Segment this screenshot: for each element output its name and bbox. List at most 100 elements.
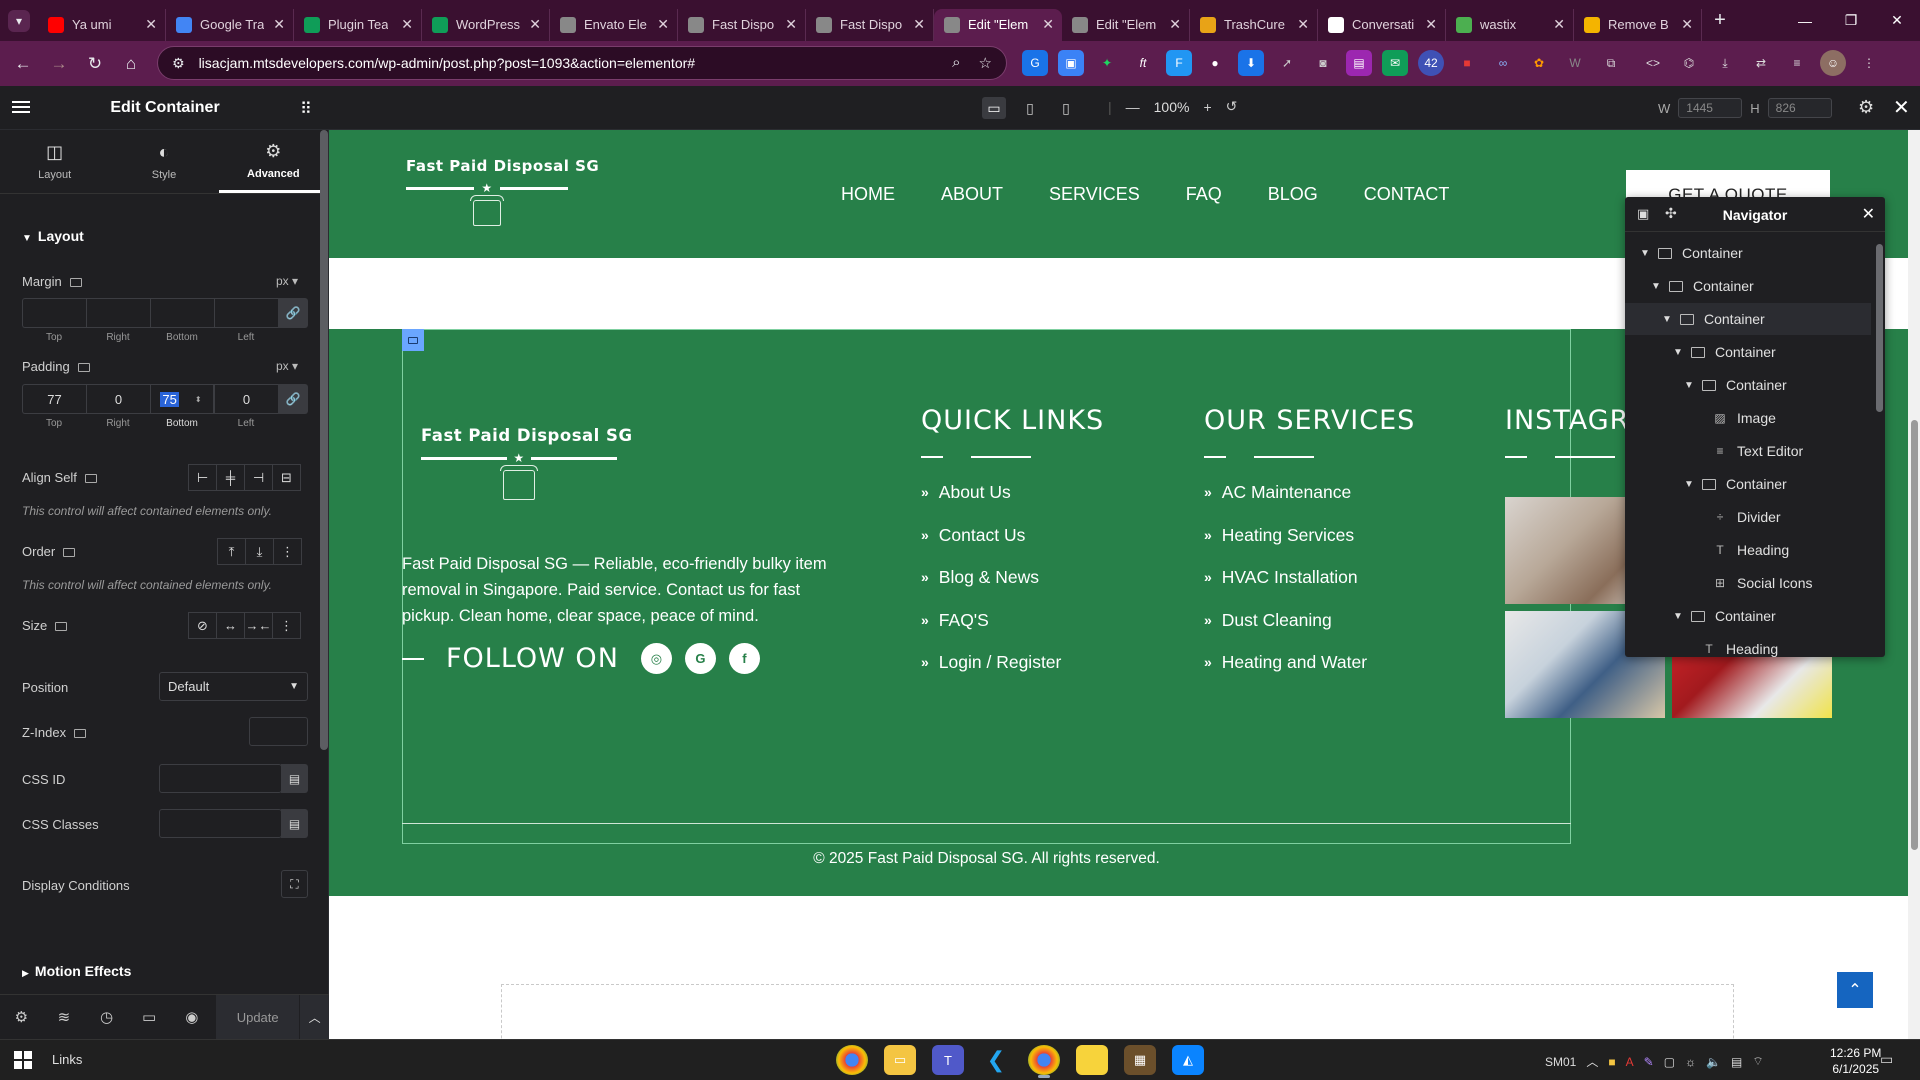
padding-left-input[interactable]: 0 [214, 384, 278, 414]
navigator-item[interactable]: ▼ Container [1625, 336, 1871, 368]
zindex-input[interactable] [249, 717, 308, 746]
navigator-item[interactable]: T Heading [1625, 633, 1871, 665]
browser-tab[interactable]: Plugin Tea ✕ [294, 8, 422, 41]
navigator-item[interactable]: T Heading [1625, 534, 1871, 566]
order-first-icon[interactable]: ⤒ [217, 538, 246, 565]
back-button[interactable]: ← [10, 54, 36, 74]
size-more-icon[interactable]: ⋮ [272, 612, 301, 639]
close-tab-icon[interactable]: ✕ [1553, 16, 1565, 33]
service-link[interactable]: » AC Maintenance [1204, 482, 1415, 525]
alert-extension-icon[interactable]: ■ [1454, 50, 1480, 76]
tray-pdf-icon[interactable]: A [1626, 1055, 1634, 1069]
browser-tab[interactable]: Fast Dispo ✕ [678, 8, 806, 41]
chrome-profile-app-icon[interactable] [1028, 1045, 1060, 1078]
caret-down-icon[interactable]: ▼ [1684, 380, 1694, 391]
cssclasses-input[interactable] [159, 809, 282, 838]
browser-tab[interactable]: Google Tra ✕ [166, 8, 294, 41]
tray-device-icon[interactable]: ▢ [1664, 1055, 1675, 1069]
close-window-button[interactable]: ✕ [1874, 0, 1920, 41]
badge-extension-icon[interactable]: 42 [1418, 50, 1444, 76]
padding-unit-select[interactable]: px ▾ [276, 359, 298, 373]
responsive-mode-icon[interactable]: ▭ [128, 1008, 171, 1026]
responsive-monitor-icon[interactable] [63, 548, 76, 558]
add-section-dropzone[interactable] [501, 984, 1734, 1039]
widgets-grid-icon[interactable]: ⠿ [300, 99, 312, 119]
desktop-device-icon[interactable]: ▭ [982, 97, 1006, 119]
screen-extension-icon[interactable]: ▣ [1058, 50, 1084, 76]
link-extension-icon[interactable]: ∞ [1490, 50, 1516, 76]
footer-link[interactable]: » Login / Register [921, 652, 1104, 695]
wifi-icon[interactable]: ⌔ [1752, 1054, 1763, 1069]
panel-scrollbar[interactable] [320, 130, 328, 750]
close-tab-icon[interactable]: ✕ [1681, 16, 1693, 33]
menu-item-contact[interactable]: CONTACT [1364, 184, 1450, 205]
footer-link[interactable]: » Contact Us [921, 525, 1104, 568]
navigator-item[interactable]: ⊞ Social Icons [1625, 567, 1871, 599]
history-icon[interactable]: ◷ [85, 1008, 128, 1026]
responsive-monitor-icon[interactable] [84, 474, 97, 484]
download-extension-icon[interactable]: ⬇ [1238, 50, 1264, 76]
service-link[interactable]: » Dust Cleaning [1204, 610, 1415, 653]
reset-zoom-icon[interactable]: ↺ [1226, 98, 1238, 115]
align-end-icon[interactable]: ⊣ [244, 464, 273, 491]
align-start-icon[interactable]: ⊢ [188, 464, 217, 491]
responsive-monitor-icon[interactable] [55, 622, 68, 632]
forward-button[interactable]: → [46, 54, 72, 74]
system-clock[interactable]: 12:26 PM 6/1/2025 [1830, 1045, 1881, 1077]
zoom-icon[interactable]: ⌕ [952, 54, 960, 72]
font-extension-icon[interactable]: ft [1130, 50, 1156, 76]
archive-app-icon[interactable]: ▦ [1124, 1045, 1156, 1075]
browser-tab[interactable]: Envato Ele ✕ [550, 8, 678, 41]
mobile-device-icon[interactable]: ▯ [1054, 97, 1078, 119]
size-grow-icon[interactable]: ↔ [216, 612, 245, 639]
close-tab-icon[interactable]: ✕ [913, 16, 925, 33]
keyboard-icon[interactable]: ▤ [1731, 1055, 1742, 1069]
caret-down-icon[interactable]: ▼ [1662, 314, 1672, 325]
size-shrink-icon[interactable]: →← [244, 612, 273, 639]
order-more-icon[interactable]: ⋮ [273, 538, 302, 565]
close-tab-icon[interactable]: ✕ [273, 16, 285, 33]
chart-extension-icon[interactable]: ▤ [1346, 50, 1372, 76]
navigator-layers-icon[interactable]: ≋ [43, 1008, 86, 1026]
downloads-icon[interactable]: ⤓ [1712, 50, 1738, 76]
site-settings-icon[interactable]: ⚙ [0, 1008, 43, 1026]
windows-start-icon[interactable] [14, 1051, 32, 1069]
minimize-button[interactable]: — [1782, 0, 1828, 41]
close-tab-icon[interactable]: ✕ [657, 16, 669, 33]
translate-page-icon[interactable]: ⇄ [1748, 50, 1774, 76]
size-none-icon[interactable]: ⊘ [188, 612, 217, 639]
chevron-up-icon[interactable]: ︿ [1586, 1053, 1598, 1070]
height-input[interactable]: 826 [1767, 98, 1832, 118]
tab-advanced[interactable]: ⚙ Advanced [218, 130, 328, 193]
close-tab-icon[interactable]: ✕ [1425, 16, 1437, 33]
mail-extension-icon[interactable]: ✉ [1382, 50, 1408, 76]
tab-layout[interactable]: ◫ Layout [0, 130, 109, 193]
zoom-in-icon[interactable]: + [1203, 99, 1211, 115]
browser-menu-icon[interactable]: ⋮ [1856, 50, 1882, 76]
google-icon[interactable]: G [684, 643, 716, 674]
form-extension-icon[interactable]: F [1166, 50, 1192, 76]
position-select[interactable]: Default ▼ [159, 672, 308, 701]
navigator-item[interactable]: ▨ Image [1625, 402, 1871, 434]
caret-down-icon[interactable]: ▼ [1673, 347, 1683, 358]
sticky-notes-icon[interactable] [1076, 1045, 1108, 1075]
navigator-item[interactable]: ▼ Container [1625, 369, 1871, 401]
responsive-monitor-icon[interactable] [74, 729, 87, 739]
tablet-device-icon[interactable]: ▯ [1018, 97, 1042, 119]
address-bar[interactable]: ⚙ lisacjam.mtsdevelopers.com/wp-admin/po… [157, 46, 1007, 80]
vscode-app-icon[interactable]: ❮ [980, 1045, 1012, 1075]
browser-tab[interactable]: Remove B ✕ [1574, 8, 1702, 41]
browser-tab[interactable]: Fast Dispo ✕ [806, 8, 934, 41]
padding-right-input[interactable]: 0 [86, 384, 150, 414]
camera-extension-icon[interactable]: ◙ [1310, 50, 1336, 76]
tray-brightness-icon[interactable]: ☼ [1685, 1055, 1696, 1069]
tab-search-button[interactable]: ▾ [0, 6, 38, 36]
link-values-icon[interactable]: 🔗 [278, 384, 308, 414]
person-extension-icon[interactable]: ● [1202, 50, 1228, 76]
instagram-icon[interactable]: ◎ [640, 643, 672, 674]
caret-down-icon[interactable]: ▼ [1684, 479, 1694, 490]
wp-extension-icon[interactable]: W [1562, 50, 1588, 76]
flower-extension-icon[interactable]: ✿ [1526, 50, 1552, 76]
layout-section-toggle[interactable]: ▼ Layout [22, 228, 84, 244]
bookmark-star-icon[interactable]: ☆ [979, 54, 992, 72]
